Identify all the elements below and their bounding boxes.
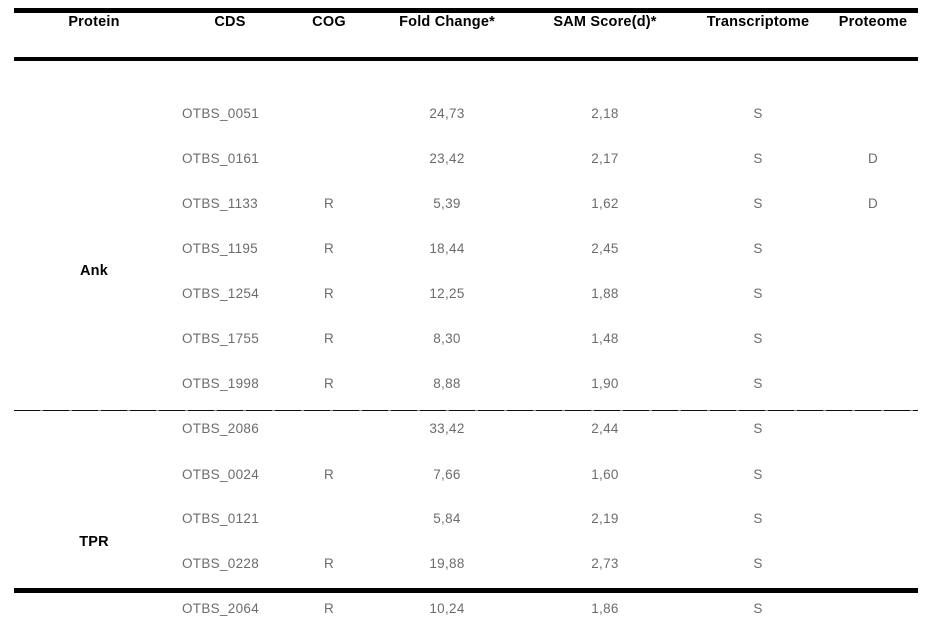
cell-proteome <box>828 316 918 361</box>
cell-cds: OTBS_0051 <box>182 106 259 121</box>
cell-sam-score: 1,62 <box>591 196 619 211</box>
cell-cds: OTBS_0228 <box>182 556 259 571</box>
cell-cds: OTBS_0161 <box>182 151 259 166</box>
table-header: Protein CDS COG Fold Change* SAM Score(d… <box>14 0 918 44</box>
cell-sam-score: 2,19 <box>591 511 619 526</box>
column-header-transcriptome: Transcriptome <box>706 14 810 30</box>
cell-cog: R <box>323 556 335 571</box>
table-row: Ank OTBS_0051 24,73 2,18 S <box>14 89 918 279</box>
cell-transcriptome: S <box>753 151 763 166</box>
cell-cds: OTBS_1254 <box>182 286 259 301</box>
cell-fold-change: 8,88 <box>433 376 461 391</box>
column-header-cds: CDS <box>214 14 246 30</box>
cell-cog: R <box>323 286 335 301</box>
cell-sam-score: 2,73 <box>591 556 619 571</box>
group-separator-rule <box>14 410 918 411</box>
cell-cog <box>286 406 372 451</box>
cell-cds: OTBS_1755 <box>182 331 259 346</box>
table-row: TPR OTBS_0024 R 7,66 1,60 S <box>14 451 918 550</box>
cell-cds: OTBS_2086 <box>182 421 259 436</box>
cell-fold-change: 12,25 <box>429 286 465 301</box>
cell-cds: OTBS_1133 <box>182 196 258 211</box>
cell-cog: R <box>323 331 335 346</box>
cell-fold-change: 5,39 <box>433 196 461 211</box>
cell-proteome <box>828 541 918 586</box>
group-label-protein: Ank <box>80 263 108 279</box>
cell-cog: R <box>323 196 335 211</box>
cell-cds: OTBS_0024 <box>182 467 259 482</box>
cell-fold-change: 19,88 <box>429 556 465 571</box>
cell-cog <box>286 496 372 541</box>
cell-transcriptome: S <box>753 511 763 526</box>
cell-transcriptome: S <box>753 196 763 211</box>
cell-transcriptome: S <box>753 241 763 256</box>
cell-fold-change: 18,44 <box>429 241 465 256</box>
cell-fold-change: 23,42 <box>429 151 465 166</box>
cell-cds: OTBS_0121 <box>182 511 259 526</box>
cell-sam-score: 2,44 <box>591 421 619 436</box>
cell-transcriptome: S <box>753 376 763 391</box>
cell-transcriptome: S <box>753 421 763 436</box>
header-spacer-cell <box>14 44 918 89</box>
table-bottom-rule <box>14 588 918 593</box>
cell-transcriptome: S <box>753 106 763 121</box>
column-header-sam-score: SAM Score(d)* <box>553 14 657 30</box>
cell-proteome <box>828 406 918 451</box>
cell-proteome <box>828 496 918 541</box>
cell-transcriptome: S <box>753 331 763 346</box>
table-top-rule <box>14 8 918 13</box>
cell-cds: OTBS_1998 <box>182 376 259 391</box>
cell-cog <box>286 89 372 136</box>
cell-proteome <box>828 89 918 136</box>
column-header-cog: COG <box>312 14 346 30</box>
cell-cog <box>286 136 372 181</box>
cell-fold-change: 7,66 <box>433 467 461 482</box>
cell-sam-score: 2,17 <box>591 151 619 166</box>
cell-transcriptome: S <box>753 556 763 571</box>
cell-sam-score: 1,90 <box>591 376 619 391</box>
cell-fold-change: 8,30 <box>433 331 461 346</box>
group-label-protein: TPR <box>79 534 109 550</box>
cell-sam-score: 2,45 <box>591 241 619 256</box>
table-figure: Protein CDS COG Fold Change* SAM Score(d… <box>0 0 932 616</box>
cell-fold-change: 24,73 <box>429 106 465 121</box>
cell-sam-score: 1,48 <box>591 331 619 346</box>
cell-sam-score: 1,60 <box>591 467 619 482</box>
cell-proteome <box>828 361 918 406</box>
cell-proteome: D <box>867 151 879 166</box>
table-header-rule <box>14 57 918 61</box>
table-header-row: Protein CDS COG Fold Change* SAM Score(d… <box>14 0 918 44</box>
column-header-protein: Protein <box>68 14 120 30</box>
cell-sam-score: 2,18 <box>591 106 619 121</box>
cell-fold-change: 5,84 <box>433 511 461 526</box>
cell-fold-change: 33,42 <box>429 421 465 436</box>
column-header-fold-change: Fold Change* <box>399 14 495 30</box>
cell-cog: R <box>323 467 335 482</box>
column-header-proteome: Proteome <box>838 14 908 30</box>
cell-proteome: D <box>867 196 879 211</box>
table-body: Ank OTBS_0051 24,73 2,18 S OTBS_0161 23,… <box>14 44 918 631</box>
protein-results-table: Protein CDS COG Fold Change* SAM Score(d… <box>14 0 918 631</box>
cell-cog: R <box>323 376 335 391</box>
cell-sam-score: 1,88 <box>591 286 619 301</box>
header-spacer-row <box>14 44 918 89</box>
cell-proteome <box>828 226 918 271</box>
cell-transcriptome: S <box>753 467 763 482</box>
cell-proteome <box>828 271 918 316</box>
cell-cog: R <box>323 241 335 256</box>
cell-transcriptome: S <box>753 286 763 301</box>
cell-cds: OTBS_1195 <box>182 241 258 256</box>
cell-proteome <box>828 451 918 496</box>
